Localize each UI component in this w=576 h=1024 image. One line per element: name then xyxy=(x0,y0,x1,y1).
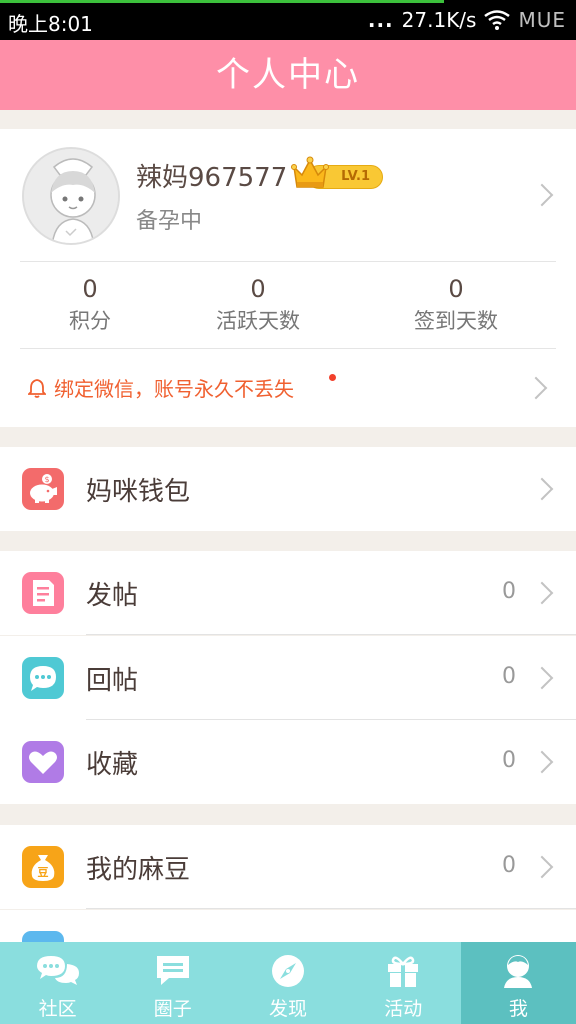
divider xyxy=(86,908,576,909)
money-bag-icon: 豆 xyxy=(22,846,64,888)
bind-chevron-icon[interactable] xyxy=(524,376,548,400)
notification-dot xyxy=(329,374,336,381)
status-right: ... 27.1K/s MUE xyxy=(368,8,566,32)
tab-circles[interactable]: 圈子 xyxy=(115,942,230,1024)
crown-icon xyxy=(291,156,329,188)
tab-label: 发现 xyxy=(269,998,308,1020)
menu-label: 发帖 xyxy=(86,581,139,611)
bind-wechat-notice[interactable]: 绑定微信，账号永久不丢失 xyxy=(28,373,294,402)
page-title: 个人中心 xyxy=(0,40,576,110)
chat-bubble-icon xyxy=(22,657,64,699)
menu-item-replies[interactable]: 回帖 0 xyxy=(0,636,576,720)
status-time: 晚上8:01 xyxy=(8,12,93,36)
avatar[interactable] xyxy=(22,147,120,245)
avatar-girl-icon xyxy=(24,149,118,243)
menu-count: 0 xyxy=(502,748,516,773)
profile-status: 备孕中 xyxy=(136,209,203,234)
chevron-right-icon xyxy=(530,477,554,501)
chevron-right-icon xyxy=(530,750,554,774)
bottom-nav: 社区 圈子 发现 活动 我 xyxy=(0,942,576,1024)
stat-value: 0 xyxy=(250,275,266,303)
stat-points[interactable]: 0 积分 xyxy=(20,275,160,335)
tab-activities[interactable]: 活动 xyxy=(346,942,461,1024)
menu-count: 0 xyxy=(502,579,516,604)
stat-value: 0 xyxy=(82,275,98,303)
tab-label: 我 xyxy=(508,998,528,1020)
status-dots: ... xyxy=(367,8,394,32)
tab-discover[interactable]: 发现 xyxy=(230,942,345,1024)
divider xyxy=(20,348,556,349)
stat-label: 积分 xyxy=(69,309,111,333)
svg-text:$: $ xyxy=(44,475,49,484)
menu-count: 0 xyxy=(502,664,516,689)
level-badge: LV.1 xyxy=(291,156,383,191)
compass-icon xyxy=(272,955,304,987)
profile-card: 辣妈967577 LV.1 备孕中 0 积分 0 活跃天数 0 签到天数 绑定微… xyxy=(0,129,576,427)
svg-text:豆: 豆 xyxy=(38,866,49,879)
chevron-right-icon xyxy=(530,581,554,605)
community-chat-icon xyxy=(36,956,79,985)
stat-label: 签到天数 xyxy=(414,309,498,333)
menu-count: 0 xyxy=(502,853,516,878)
menu-label: 妈咪钱包 xyxy=(86,477,191,507)
message-icon xyxy=(156,956,189,985)
heart-icon xyxy=(22,741,64,783)
stat-label: 活跃天数 xyxy=(216,309,300,333)
stat-active-days[interactable]: 0 活跃天数 xyxy=(188,275,328,335)
menu-item-beans[interactable]: 豆 我的麻豆 0 xyxy=(0,825,576,909)
carrier-text: MUE xyxy=(518,8,566,32)
person-icon xyxy=(504,955,533,988)
status-bar: 晚上8:01 ... 27.1K/s MUE xyxy=(0,0,576,40)
menu-label: 我的麻豆 xyxy=(86,855,191,885)
gift-icon xyxy=(388,956,419,987)
menu-item-favorites[interactable]: 收藏 0 xyxy=(0,720,576,804)
stat-value: 0 xyxy=(448,275,464,303)
document-icon xyxy=(22,572,64,614)
menu-item-wallet[interactable]: $ 妈咪钱包 xyxy=(0,447,576,531)
tab-label: 圈子 xyxy=(153,998,192,1020)
tab-label: 活动 xyxy=(384,998,423,1020)
tab-me[interactable]: 我 xyxy=(460,942,576,1024)
chevron-right-icon xyxy=(530,855,554,879)
bind-wechat-text: 绑定微信，账号永久不丢失 xyxy=(54,377,294,401)
menu-label: 回帖 xyxy=(86,666,139,696)
tab-community[interactable]: 社区 xyxy=(0,942,115,1024)
stat-checkin-days[interactable]: 0 签到天数 xyxy=(386,275,526,335)
bell-icon xyxy=(28,378,46,398)
load-progress xyxy=(0,0,444,3)
tab-label: 社区 xyxy=(38,998,77,1020)
divider xyxy=(20,261,556,262)
menu-label: 收藏 xyxy=(86,750,139,780)
divider xyxy=(86,634,576,635)
menu-item-posts[interactable]: 发帖 0 xyxy=(0,551,576,635)
profile-chevron-icon[interactable] xyxy=(530,183,554,207)
piggy-bank-icon: $ xyxy=(22,468,64,510)
wifi-icon xyxy=(484,10,511,30)
username: 辣妈967577 xyxy=(136,163,288,193)
chevron-right-icon xyxy=(530,666,554,690)
network-speed: 27.1K/s xyxy=(401,8,477,32)
